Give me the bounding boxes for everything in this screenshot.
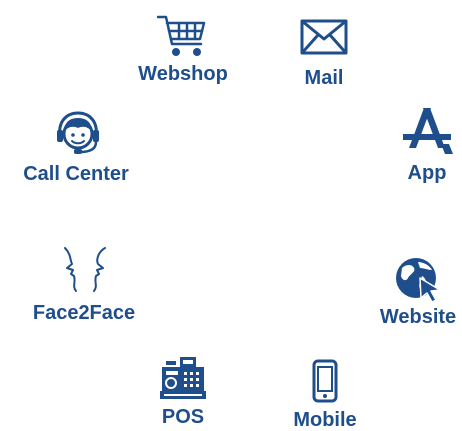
website-label: Website xyxy=(379,306,457,328)
call-center-label: Call Center xyxy=(23,163,129,185)
mail-label: Mail xyxy=(304,67,344,89)
webshop-label: Webshop xyxy=(138,63,228,85)
face2face-label: Face2Face xyxy=(32,302,136,324)
two-faces-icon xyxy=(62,246,108,292)
app-store-icon xyxy=(401,104,453,154)
shopping-cart-icon xyxy=(157,14,207,58)
pos-label: POS xyxy=(161,406,205,428)
cash-register-icon xyxy=(160,357,206,401)
mobile-label: Mobile xyxy=(293,409,357,431)
headset-agent-icon xyxy=(54,110,102,158)
envelope-icon xyxy=(300,19,348,55)
mobile-phone-icon xyxy=(312,359,338,403)
globe-cursor-icon xyxy=(394,256,442,302)
app-label: App xyxy=(407,162,447,184)
